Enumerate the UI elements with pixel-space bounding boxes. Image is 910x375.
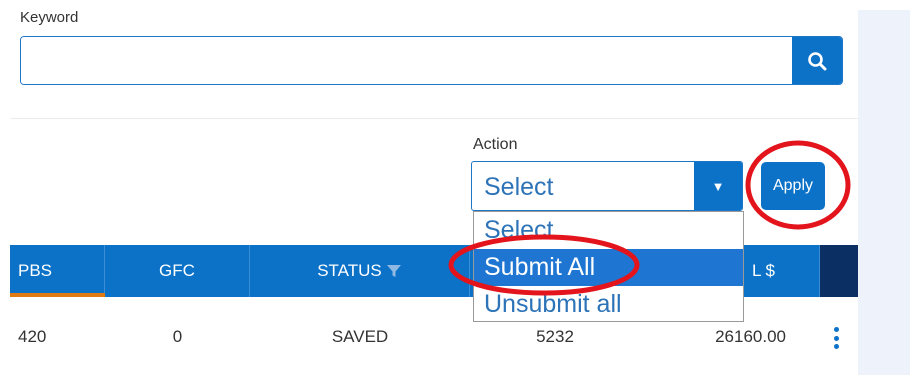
right-side-panel [858, 10, 910, 375]
cell-total: 26160.00 [715, 327, 786, 346]
funnel-icon[interactable] [386, 263, 402, 279]
action-label: Action [473, 136, 518, 153]
column-header-label: STATUS [317, 261, 382, 280]
column-header-label: PBS [18, 261, 53, 280]
section-divider [10, 118, 858, 119]
search-icon [808, 51, 827, 70]
dropdown-option-submit-all[interactable]: Submit All [474, 249, 743, 286]
cell-status: SAVED [331, 327, 389, 346]
column-header-menu [820, 245, 858, 297]
column-header-label: GFC [159, 261, 195, 280]
action-select[interactable]: Select ▼ [471, 161, 743, 211]
search-button[interactable] [792, 37, 842, 84]
keyword-input[interactable] [21, 37, 792, 84]
action-select-value: Select [484, 173, 554, 201]
triangle-down-icon[interactable]: ▼ [694, 162, 742, 210]
dropdown-option-select[interactable]: Select [474, 212, 743, 249]
cell-pbs: 420 [18, 327, 47, 346]
keyword-label: Keyword [20, 9, 79, 26]
apply-button[interactable]: Apply [761, 162, 825, 210]
keyword-search-box [20, 36, 843, 85]
column-header-gfc[interactable]: GFC [105, 245, 250, 297]
cell-col4: 5232 [536, 327, 574, 346]
cell-gfc: 0 [172, 327, 183, 346]
dropdown-option-unsubmit-all[interactable]: Unsubmit all [474, 286, 743, 323]
column-header-label: L $ [751, 261, 775, 280]
action-dropdown-list: Select Submit All Unsubmit all [473, 211, 744, 322]
vertical-ellipsis-icon[interactable] [832, 327, 840, 349]
column-header-pbs[interactable]: PBS [10, 245, 105, 297]
column-header-status[interactable]: STATUS [250, 245, 470, 297]
